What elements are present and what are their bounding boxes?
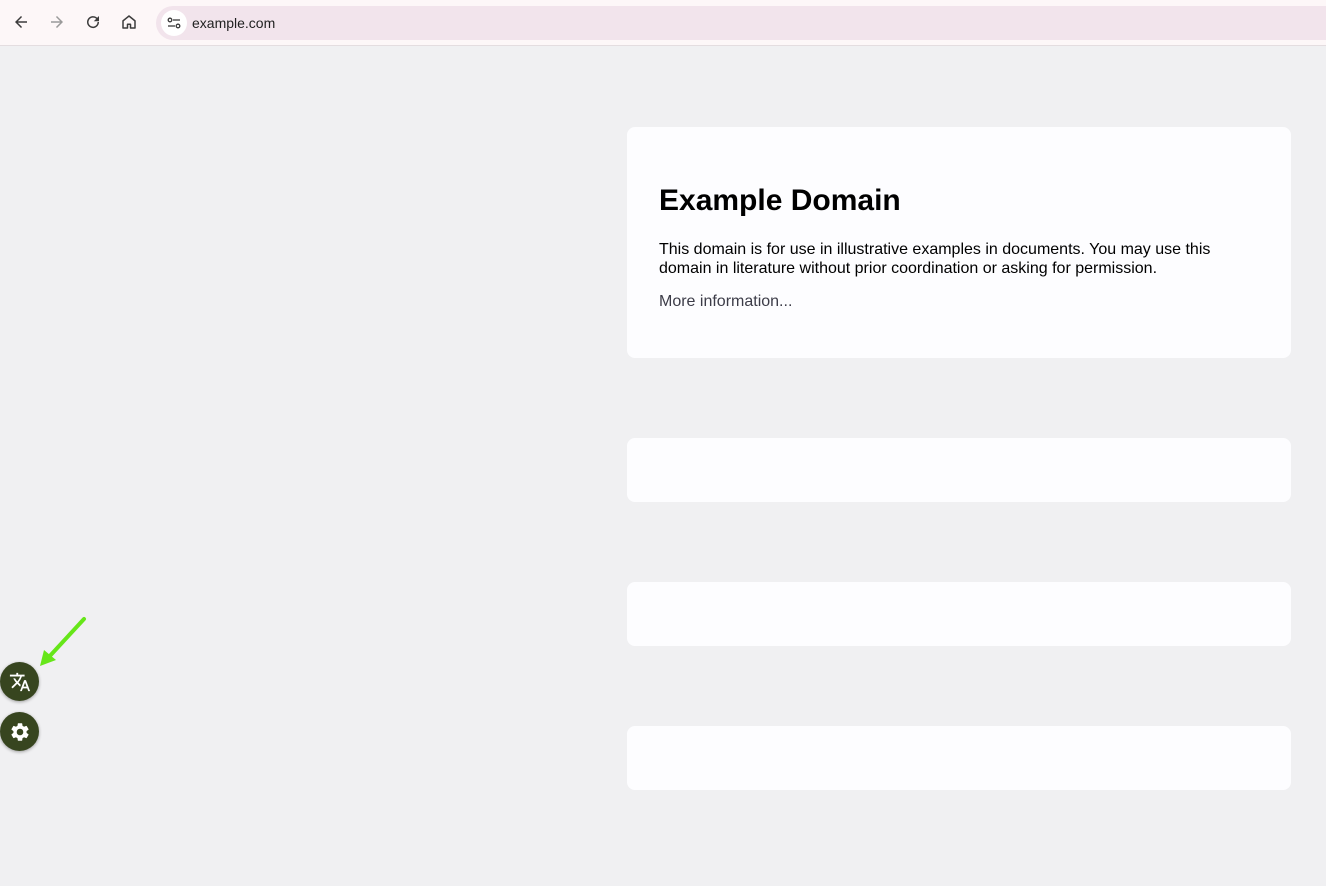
home-icon bbox=[122, 15, 136, 29]
browser-toolbar: example.com bbox=[0, 0, 1326, 46]
page-description: This domain is for use in illustrative e… bbox=[659, 241, 1211, 277]
url-text[interactable]: example.com bbox=[192, 15, 275, 31]
site-info-icon bbox=[167, 17, 181, 29]
home-button[interactable] bbox=[113, 6, 145, 38]
translate-button[interactable] bbox=[0, 662, 39, 701]
more-information-link[interactable]: More information... bbox=[659, 292, 792, 311]
empty-card bbox=[627, 438, 1291, 502]
empty-card bbox=[627, 582, 1291, 646]
empty-card bbox=[627, 726, 1291, 790]
content-card: Example Domain This domain is for use in… bbox=[627, 127, 1291, 358]
page-title: Example Domain bbox=[659, 184, 901, 217]
forward-arrow-icon bbox=[51, 16, 63, 28]
reload-button[interactable] bbox=[77, 6, 109, 38]
annotation-arrow-icon bbox=[40, 617, 86, 666]
back-arrow-icon bbox=[15, 16, 27, 28]
site-info-button[interactable] bbox=[161, 10, 187, 36]
forward-button[interactable] bbox=[41, 6, 73, 38]
back-button[interactable] bbox=[5, 6, 37, 38]
settings-button[interactable] bbox=[0, 712, 39, 751]
reload-icon bbox=[87, 16, 100, 29]
gear-icon bbox=[10, 722, 29, 741]
translate-icon bbox=[9, 672, 30, 691]
address-bar[interactable]: example.com bbox=[156, 6, 1326, 40]
